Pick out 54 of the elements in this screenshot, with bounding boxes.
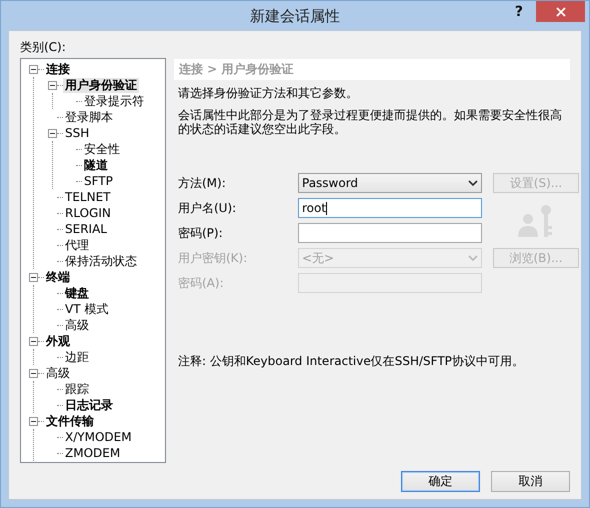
field-label: 密码(P): — [178, 224, 224, 242]
tree-item[interactable]: 文件传输 — [44, 414, 96, 428]
tree-item[interactable]: TELNET — [63, 190, 112, 204]
chevron-down-icon — [468, 255, 478, 261]
field-label: 密码(A): — [178, 274, 225, 292]
field-label: 用户名(U): — [178, 200, 238, 216]
collapse-icon[interactable] — [29, 272, 38, 282]
dropdown[interactable]: Password — [298, 173, 482, 193]
collapse-icon[interactable] — [29, 336, 38, 346]
tree-item[interactable]: SERIAL — [63, 222, 109, 236]
collapse-icon[interactable] — [48, 80, 57, 90]
tree-item[interactable]: ZMODEM — [63, 446, 122, 460]
tree-item[interactable]: 跟踪 — [63, 382, 91, 396]
tree-item[interactable]: SFTP — [82, 174, 115, 188]
collapse-icon[interactable] — [29, 368, 38, 378]
help-button[interactable]: ? — [510, 4, 527, 20]
dialog-button[interactable]: 取消 — [491, 471, 570, 492]
tree-item[interactable]: 高级 — [63, 318, 91, 332]
tree-item[interactable]: 边距 — [63, 350, 91, 364]
tree-item[interactable]: 外观 — [44, 334, 72, 348]
category-label: 类别(C): — [20, 39, 67, 56]
close-icon — [556, 6, 566, 16]
tree-item[interactable]: 日志记录 — [63, 398, 115, 412]
description-text: 请选择身份验证方法和其它参数。 — [177, 85, 359, 100]
window-title: 新建会话属性 — [250, 7, 340, 26]
tree-item[interactable]: 连接 — [44, 62, 72, 76]
dialog-button[interactable]: 确定 — [401, 471, 480, 492]
user-key-icon — [517, 204, 555, 238]
close-button[interactable] — [536, 1, 585, 22]
tree-item[interactable]: 高级 — [44, 366, 72, 380]
tree-item[interactable]: 隧道 — [82, 158, 110, 172]
collapse-icon[interactable] — [29, 64, 38, 74]
note-text: 注释: 公钥和Keyboard Interactive仅在SSH/SFTP协议中可用。 — [177, 353, 525, 370]
tree-item[interactable]: 登录提示符 — [82, 94, 146, 108]
tree-item[interactable]: 保持活动状态 — [63, 254, 139, 268]
tree-item[interactable]: VT 模式 — [63, 302, 110, 316]
tree-item[interactable]: 登录脚本 — [63, 110, 115, 124]
tree-item[interactable]: X/YMODEM — [63, 430, 134, 444]
password-field[interactable] — [298, 223, 482, 243]
tree-item[interactable]: SSH — [63, 126, 92, 140]
tree-item[interactable]: 安全性 — [82, 142, 122, 156]
chevron-down-icon — [468, 180, 478, 186]
collapse-icon[interactable] — [29, 416, 38, 426]
tree-item[interactable]: 用户身份验证 — [63, 78, 139, 92]
input-field[interactable]: root — [298, 198, 482, 218]
tree-item[interactable]: 键盘 — [63, 286, 91, 300]
tree-item[interactable]: 代理 — [63, 238, 91, 252]
breadcrumb-header: 连接 > 用户身份验证 — [174, 59, 570, 80]
collapse-icon[interactable] — [48, 128, 57, 138]
field-label: 用户密钥(K): — [178, 250, 248, 266]
tree-item[interactable]: 终端 — [44, 270, 72, 284]
tree-item[interactable]: RLOGIN — [63, 206, 113, 220]
field-label: 方法(M): — [178, 174, 227, 192]
description-text: 会话属性中此部分是为了登录过程更便捷而提供的。如果需要安全性很高的状态的话建议您空出此字段。 — [177, 107, 563, 136]
